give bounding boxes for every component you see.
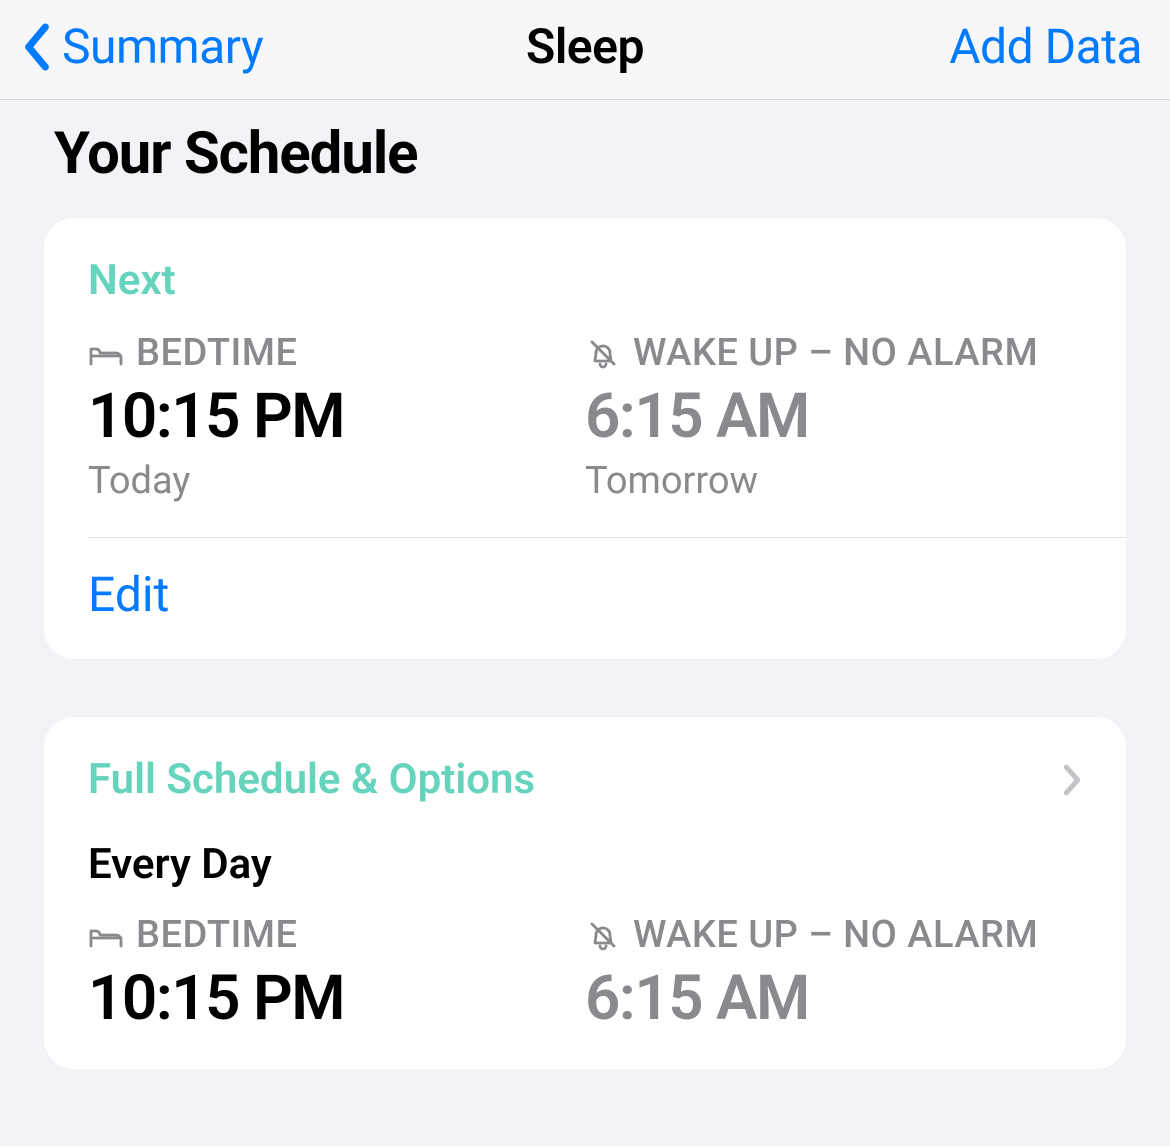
bed-icon [88, 337, 124, 369]
back-label: Summary [62, 18, 263, 75]
edit-button[interactable]: Edit [44, 538, 1126, 623]
full-bedtime-time: 10:15 PM [88, 965, 585, 1033]
full-bedtime-heading: BEDTIME [136, 913, 298, 957]
bedtime-time: 10:15 PM [88, 383, 585, 451]
page-title: Sleep [526, 18, 644, 75]
bedtime-day: Today [88, 459, 585, 503]
bed-icon [88, 919, 124, 951]
wakeup-time: 6:15 AM [585, 383, 1082, 451]
full-wakeup-block: WAKE UP – NO ALARM 6:15 AM [585, 913, 1082, 1033]
frequency-label: Every Day [88, 840, 1082, 889]
section-heading: Your Schedule [54, 120, 1126, 188]
full-schedule-card[interactable]: Full Schedule & Options Every Day [44, 717, 1126, 1069]
alarm-off-icon [585, 337, 621, 369]
bedtime-heading: BEDTIME [136, 331, 298, 375]
chevron-left-icon [20, 22, 54, 72]
full-wakeup-heading: WAKE UP – NO ALARM [633, 913, 1038, 957]
wakeup-heading: WAKE UP – NO ALARM [633, 331, 1038, 375]
wakeup-day: Tomorrow [585, 459, 1082, 503]
next-label: Next [88, 256, 1082, 305]
back-button[interactable]: Summary [20, 18, 263, 75]
add-data-button[interactable]: Add Data [949, 18, 1142, 75]
full-schedule-label: Full Schedule & Options [88, 755, 535, 804]
wakeup-block: WAKE UP – NO ALARM 6:15 AM Tomorrow [585, 331, 1082, 503]
next-schedule-card: Next BEDTIME 10: [44, 218, 1126, 659]
alarm-off-icon [585, 919, 621, 951]
bedtime-block: BEDTIME 10:15 PM Today [88, 331, 585, 503]
full-wakeup-time: 6:15 AM [585, 965, 1082, 1033]
chevron-right-icon [1062, 762, 1082, 798]
full-bedtime-block: BEDTIME 10:15 PM [88, 913, 585, 1033]
nav-bar: Summary Sleep Add Data [0, 0, 1170, 100]
